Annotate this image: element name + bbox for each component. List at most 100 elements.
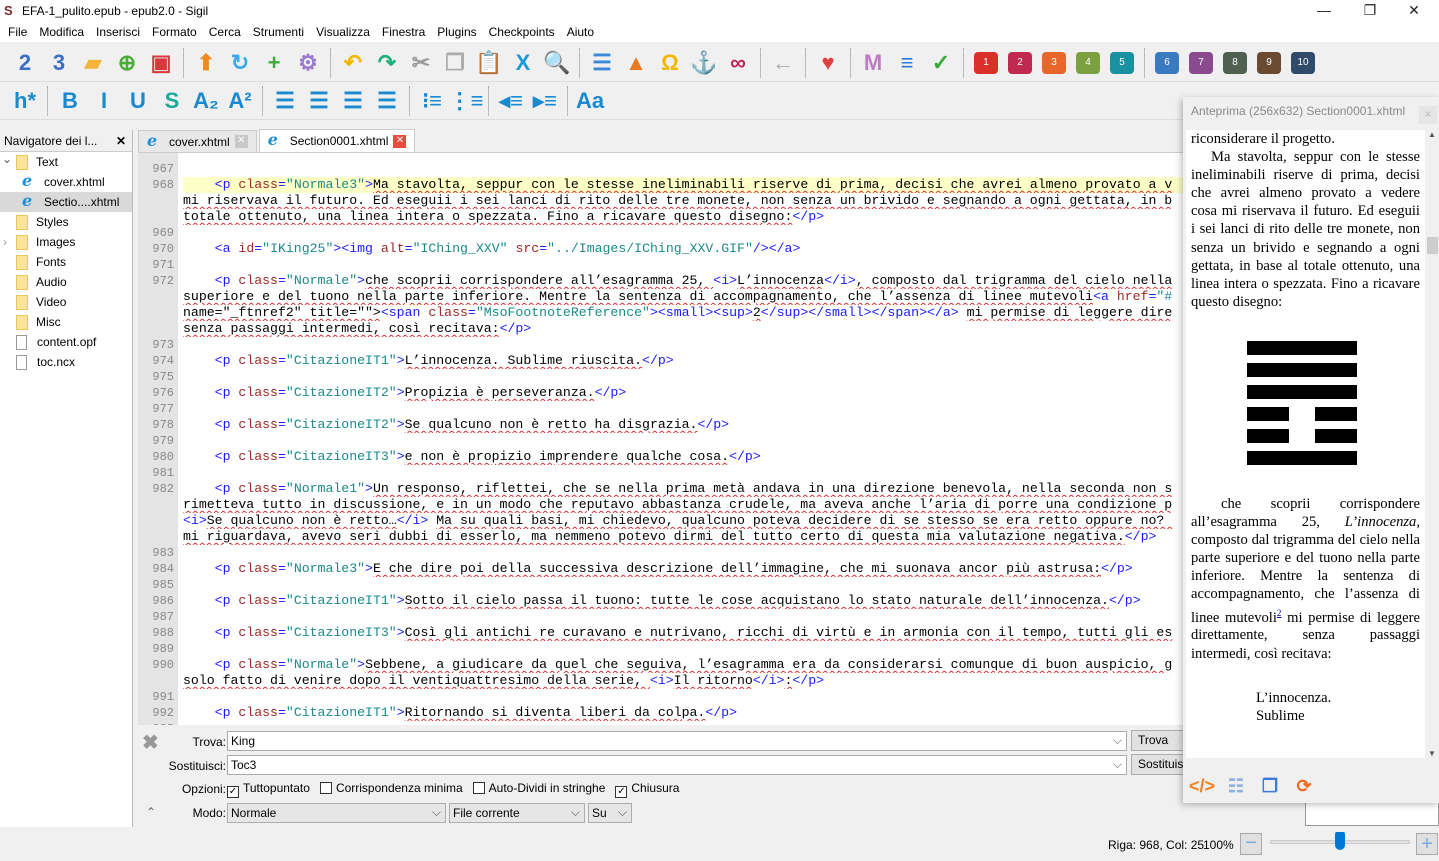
add-item-icon[interactable]: + — [257, 48, 291, 78]
code-line[interactable]: name="_ftnref2" title=""><span class="Ms… — [138, 305, 1183, 321]
plugin-button[interactable]: 7 — [1184, 48, 1218, 78]
spellcheck-icon[interactable]: ✓ — [924, 48, 958, 78]
add-file-icon[interactable]: ⊕ — [110, 48, 144, 78]
bullet-list-icon[interactable]: ⁝≡ — [415, 86, 449, 116]
inspect-icon[interactable]: ☷ — [1223, 773, 1249, 799]
code-line[interactable]: 985 — [138, 577, 1183, 593]
code-line[interactable]: 976 <p class="CitazioneIT2">Propizia è p… — [138, 385, 1183, 401]
code-line[interactable]: 987 — [138, 609, 1183, 625]
bold-icon[interactable]: B — [53, 86, 87, 116]
copy-icon[interactable]: ❐ — [438, 48, 472, 78]
clean-code-icon[interactable]: X — [506, 48, 540, 78]
file-tree-item[interactable]: toc.ncx — [0, 352, 132, 372]
code-line[interactable]: 984 <p class="Normale3">E che dire poi d… — [138, 561, 1183, 577]
menu-finestra[interactable]: Finestra — [376, 25, 431, 39]
numbered-list-icon[interactable]: ⋮≡ — [449, 86, 484, 116]
code-line[interactable]: mi riservava il futuro. Ed eseguii i sei… — [138, 193, 1183, 209]
code-line[interactable]: 973 — [138, 337, 1183, 353]
superscript-icon[interactable]: A² — [223, 86, 257, 116]
file-tree-item[interactable]: content.opf — [0, 332, 132, 352]
checkbox[interactable] — [319, 782, 332, 794]
file-tree-item[interactable]: e Sectio....xhtml — [0, 192, 132, 212]
file-tree-item[interactable]: Video — [0, 292, 132, 312]
file-tree-item[interactable]: e cover.xhtml — [0, 172, 132, 192]
align-justify-icon[interactable]: ☰ — [370, 86, 404, 116]
code-line[interactable]: 979 — [138, 433, 1183, 449]
code-line[interactable]: 983 — [138, 545, 1183, 561]
menu-file[interactable]: File — [2, 25, 33, 39]
close-tab-icon[interactable]: ✕ — [234, 135, 248, 148]
toc-list-icon[interactable]: ≡ — [890, 48, 924, 78]
file-tree-item[interactable]: ⌄ Text — [0, 152, 132, 172]
maximize-button[interactable]: ❐ — [1347, 0, 1393, 22]
option-checkbox[interactable]: ✓ Tuttopuntato — [227, 781, 310, 798]
plugin-button[interactable]: 9 — [1252, 48, 1286, 78]
code-line[interactable]: 971 — [138, 257, 1183, 273]
omega-icon[interactable]: Ω — [653, 48, 687, 78]
code-line[interactable]: 989 — [138, 641, 1183, 657]
zoom-out-button[interactable]: − — [1240, 833, 1262, 855]
menu-formato[interactable]: Formato — [146, 25, 203, 39]
scope-select[interactable]: File corrente ⌵ — [449, 803, 585, 823]
code-line[interactable]: 991 — [138, 689, 1183, 705]
insert-image-icon[interactable]: ▲ — [619, 48, 653, 78]
checkbox[interactable] — [472, 782, 485, 794]
option-checkbox[interactable]: ✓ Chiusura — [615, 781, 679, 798]
code-line[interactable]: 975 — [138, 369, 1183, 385]
code-line[interactable]: 974 <p class="CitazioneIT1">L’innocenza.… — [138, 353, 1183, 369]
scrollbar-thumb[interactable] — [1427, 237, 1438, 254]
minimize-button[interactable]: — — [1301, 0, 1347, 22]
code-line[interactable]: mi riguardava, avevo seri dubbi di esser… — [138, 529, 1183, 545]
close-icon[interactable]: ✕ — [116, 134, 126, 148]
code-line[interactable]: 972 <p class="Normale">che scoprii corri… — [138, 273, 1183, 289]
indent-icon[interactable]: ▸≡ — [528, 86, 562, 116]
option-checkbox[interactable]: Corrispondenza minima — [319, 781, 463, 798]
outdent-icon[interactable]: ◂≡ — [494, 86, 528, 116]
heart-icon[interactable]: ♥ — [811, 48, 845, 78]
search-icon[interactable]: 🔍 — [540, 48, 574, 78]
code-line[interactable]: totale ottenuto, una linea intera o spez… — [138, 209, 1183, 225]
code-line[interactable]: rimetteva tutto in discussione, e in un … — [138, 497, 1183, 513]
menu-modifica[interactable]: Modifica — [33, 25, 90, 39]
tab-cover-xhtml[interactable]: e cover.xhtml ✕ — [138, 130, 257, 152]
strikethrough-icon[interactable]: S — [155, 86, 189, 116]
scroll-down-icon[interactable]: ▼ — [1425, 749, 1439, 758]
underline-icon[interactable]: U — [121, 86, 155, 116]
split-icon[interactable]: ☰ — [585, 48, 619, 78]
back-arrow-icon[interactable]: ← — [766, 48, 800, 78]
new-epub3-icon[interactable]: 3 — [42, 48, 76, 78]
cut-icon[interactable]: ✂ — [404, 48, 438, 78]
anchor-icon[interactable]: ⚓ — [687, 48, 721, 78]
code-line[interactable]: 968 <p class="Normale3">Ma stavolta, sep… — [138, 177, 1183, 193]
zoom-in-button[interactable]: + — [1416, 833, 1438, 855]
subscript-icon[interactable]: A₂ — [189, 86, 223, 116]
tab-section0001-xhtml[interactable]: e Section0001.xhtml ✕ — [258, 129, 416, 152]
code-line[interactable]: 967 — [138, 161, 1183, 177]
close-preview-button[interactable]: × — [1419, 106, 1437, 124]
menu-visualizza[interactable]: Visualizza — [310, 25, 376, 39]
new-epub2-icon[interactable]: 2 — [8, 48, 42, 78]
preview-scrollbar[interactable]: ▲ ▼ — [1425, 130, 1439, 758]
code-line[interactable]: 981 — [138, 465, 1183, 481]
align-right-icon[interactable]: ☰ — [336, 86, 370, 116]
code-line[interactable]: 993 — [138, 721, 1183, 725]
plugin-button[interactable]: 6 — [1150, 48, 1184, 78]
plugin-button[interactable]: 5 — [1105, 48, 1139, 78]
code-line[interactable]: <i>Se qualcuno non è retto…</i> Ma su qu… — [138, 513, 1183, 529]
case-icon[interactable]: Aa — [573, 86, 607, 116]
zoom-slider-thumb[interactable] — [1335, 832, 1345, 850]
save-icon[interactable]: ▣ — [144, 48, 178, 78]
gear-icon[interactable]: ⚙ — [291, 48, 325, 78]
mode-select[interactable]: Normale ⌵ — [227, 803, 446, 823]
code-view-icon[interactable]: </> — [1189, 773, 1215, 799]
undo-icon[interactable]: ↶ — [336, 48, 370, 78]
code-line[interactable]: superiore e del tuono nella parte inferi… — [138, 289, 1183, 305]
checkbox[interactable]: ✓ — [615, 786, 628, 798]
code-editor[interactable]: 967 968 <p class="Normale3">Ma stavolta, … — [138, 153, 1183, 725]
menu-checkpoints[interactable]: Checkpoints — [483, 25, 561, 39]
link-icon[interactable]: ∞ — [721, 48, 755, 78]
code-line[interactable]: 970 <a id="IKing25"><img alt="IChing_XXV… — [138, 241, 1183, 257]
file-tree-item[interactable]: Audio — [0, 272, 132, 292]
close-tab-icon[interactable]: ✕ — [393, 134, 407, 148]
code-line[interactable]: 980 <p class="CitazioneIT3">e non è prop… — [138, 449, 1183, 465]
